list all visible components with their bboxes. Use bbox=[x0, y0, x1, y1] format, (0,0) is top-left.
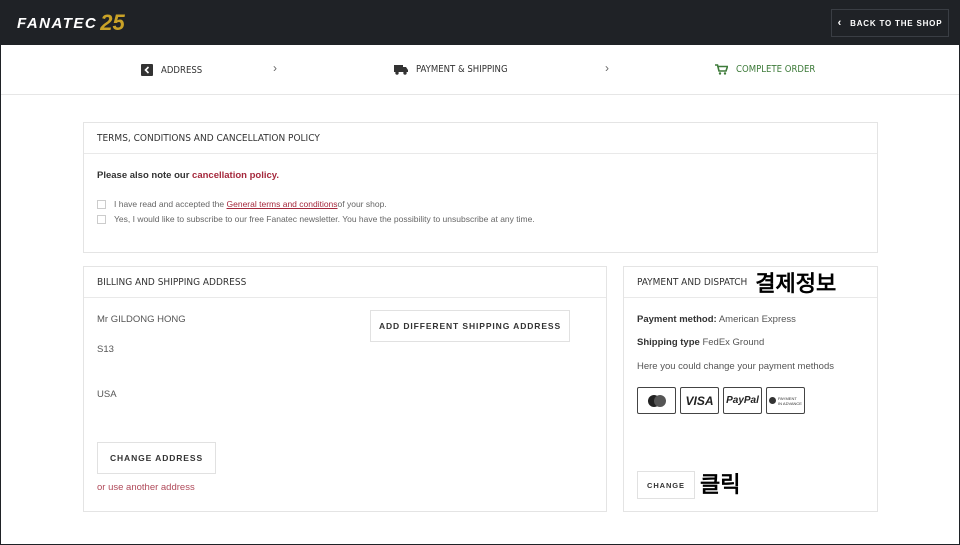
back-to-shop-label: BACK TO THE SHOP bbox=[850, 18, 943, 28]
billing-title: BILLING AND SHIPPING ADDRESS bbox=[84, 267, 606, 298]
other-address-link[interactable]: or use another address bbox=[97, 482, 195, 493]
terms-title: TERMS, CONDITIONS AND CANCELLATION POLIC… bbox=[84, 123, 877, 154]
logo-25-mark: 25 bbox=[100, 10, 125, 35]
shipping-type-value: FedEx Ground bbox=[699, 337, 765, 348]
change-hint: Here you could change your payment metho… bbox=[637, 361, 834, 372]
top-bar: FANATEC 25 ‹ BACK TO THE SHOP bbox=[1, 1, 959, 45]
payment-icons: VISA PayPal PAYMENT IN ADVANCE bbox=[637, 387, 809, 414]
checkout-steps: ADDRESS › PAYMENT & SHIPPING › COMPLETE … bbox=[1, 45, 959, 95]
chevron-left-icon: ‹ bbox=[837, 17, 843, 29]
click-annotation: 클릭 bbox=[700, 473, 741, 498]
terms-link[interactable]: General terms and conditions bbox=[227, 199, 338, 209]
mastercard-icon bbox=[637, 387, 676, 414]
terms-text-prefix: I have read and accepted the bbox=[114, 199, 225, 209]
chevron-right-icon: › bbox=[273, 61, 277, 75]
add-shipping-address-button[interactable]: ADD DIFFERENT SHIPPING ADDRESS bbox=[370, 310, 570, 342]
payment-title: PAYMENT AND DISPATCH bbox=[637, 276, 748, 288]
payment-method-value: American Express bbox=[716, 314, 796, 325]
payment-header: PAYMENT AND DISPATCH 결제정보 bbox=[624, 267, 877, 298]
visa-icon: VISA bbox=[680, 387, 719, 414]
step-address-label: ADDRESS bbox=[161, 64, 203, 76]
change-address-button[interactable]: CHANGE ADDRESS bbox=[97, 442, 216, 474]
change-payment-button[interactable]: CHANGE bbox=[637, 471, 695, 499]
payment-card: PAYMENT AND DISPATCH 결제정보 Payment method… bbox=[623, 266, 878, 512]
pia-dot bbox=[769, 397, 777, 404]
truck-icon bbox=[394, 65, 408, 75]
terms-card: TERMS, CONDITIONS AND CANCELLATION POLIC… bbox=[83, 122, 878, 253]
cancellation-policy-link[interactable]: cancellation policy. bbox=[192, 170, 279, 181]
note-prefix: Please also note our bbox=[97, 170, 193, 181]
payment-method: Payment method: American Express bbox=[637, 314, 796, 325]
arrow-back-icon bbox=[141, 64, 153, 76]
terms-text-suffix: of your shop. bbox=[337, 199, 387, 209]
paypal-icon: PayPal bbox=[723, 387, 762, 414]
step-payment-shipping-label: PAYMENT & SHIPPING bbox=[416, 64, 508, 75]
address-country: USA bbox=[97, 389, 117, 400]
step-address[interactable]: ADDRESS bbox=[141, 64, 202, 76]
cancellation-note: Please also note our cancellation policy… bbox=[97, 170, 279, 181]
address-name: Mr GILDONG HONG bbox=[97, 314, 186, 325]
logo-text: FANATEC bbox=[17, 14, 98, 32]
chevron-right-icon: › bbox=[605, 61, 609, 75]
fanatec-logo[interactable]: FANATEC 25 bbox=[17, 11, 125, 35]
step-complete-order[interactable]: COMPLETE ORDER bbox=[715, 64, 815, 75]
step-complete-order-label: COMPLETE ORDER bbox=[736, 64, 816, 75]
payment-method-label: Payment method: bbox=[637, 314, 717, 325]
address-line1: S13 bbox=[97, 344, 114, 355]
step-payment-shipping[interactable]: PAYMENT & SHIPPING bbox=[394, 64, 508, 75]
billing-card: BILLING AND SHIPPING ADDRESS Mr GILDONG … bbox=[83, 266, 607, 512]
terms-checkbox-row: I have read and accepted the General ter… bbox=[97, 199, 387, 209]
shipping-type-label: Shipping type bbox=[637, 337, 700, 348]
cart-icon bbox=[715, 64, 728, 75]
back-to-shop-button[interactable]: ‹ BACK TO THE SHOP bbox=[831, 9, 949, 37]
pia-line2: IN ADVANCE bbox=[778, 400, 802, 406]
payment-annotation: 결제정보 bbox=[755, 272, 837, 297]
newsletter-checkbox[interactable] bbox=[97, 214, 106, 224]
newsletter-checkbox-row: Yes, I would like to subscribe to our fr… bbox=[97, 214, 535, 224]
shipping-type: Shipping type FedEx Ground bbox=[637, 337, 764, 348]
payment-in-advance-icon: PAYMENT IN ADVANCE bbox=[766, 387, 805, 414]
newsletter-text: Yes, I would like to subscribe to our fr… bbox=[114, 214, 535, 224]
terms-checkbox[interactable] bbox=[97, 199, 106, 209]
